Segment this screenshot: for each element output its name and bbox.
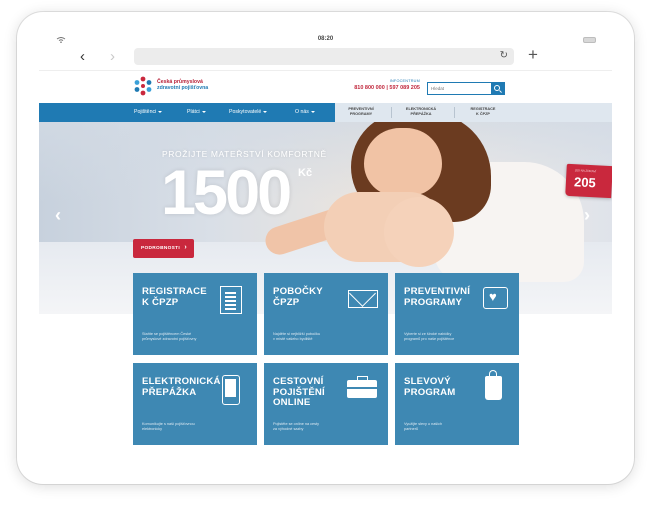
nav-item-label: Poskytovatelé <box>229 109 262 115</box>
secondary-line1: PREVENTIVNÍ <box>348 107 374 111</box>
tile-elektronicka[interactable]: ELEKTRONICKÁ PŘEPÁŽKA Komunikujte s naší … <box>133 363 257 445</box>
site-header: Česká průmyslová zdravotní pojišťovna IN… <box>39 70 612 103</box>
document-icon <box>220 286 242 314</box>
chevron-down-icon <box>310 111 315 113</box>
infocentrum: INFOCENTRUM 810 800 000 | 597 089 205 <box>344 79 420 91</box>
promo-ribbon[interactable]: 205 NA ZDRAVÍ 205 <box>565 163 612 199</box>
back-icon[interactable]: ‹ <box>80 49 85 64</box>
status-bar: 08:20 <box>39 34 612 46</box>
tile-title: PREVENTIVNÍ PROGRAMY <box>404 286 471 308</box>
details-button-label: PODROBNOSTI <box>141 246 181 251</box>
chevron-right-icon: › <box>184 244 187 251</box>
logo-icon[interactable] <box>132 75 154 97</box>
info-phone[interactable]: 810 800 000 | 597 089 205 <box>344 85 420 91</box>
chevron-down-icon <box>201 111 206 113</box>
search-button[interactable] <box>491 83 504 94</box>
ribbon-label: 205 NA ZDRAVÍ <box>574 168 597 174</box>
address-bar[interactable]: ↻ <box>134 48 514 65</box>
divider <box>454 107 455 118</box>
hero-baby-head <box>384 197 454 267</box>
forward-icon[interactable]: › <box>110 49 115 64</box>
secondary-nav-elektronicka[interactable]: ELEKTRONICKÁ PŘEPÁŽKA <box>395 107 447 117</box>
secondary-line1: ELEKTRONICKÁ <box>405 107 437 111</box>
tile-slevovy[interactable]: SLEVOVÝ PROGRAM Využijte slevy u našich pa… <box>395 363 519 445</box>
details-button[interactable]: PODROBNOSTI › <box>133 239 194 258</box>
tile-pobocky[interactable]: POBOČKY ČPZP Najděte si nejbližší pobočku… <box>264 273 388 355</box>
tile-title: POBOČKY ČPZP <box>273 286 323 308</box>
tile-description: Staňte se pojištěncem České průmyslové zd… <box>142 332 197 342</box>
secondary-line1: REGISTRACE <box>470 107 496 111</box>
secondary-line2: PŘEPÁŽKA <box>410 112 432 116</box>
search-input[interactable] <box>428 83 492 94</box>
secondary-line2: K ČPZP <box>476 112 490 116</box>
phone-icon <box>222 375 240 405</box>
tile-description: Pojistěte se online na cesty za výhodné s… <box>273 422 320 432</box>
info-label: INFOCENTRUM <box>389 79 420 83</box>
nav-item-pojistenci[interactable]: Pojištěnci <box>134 109 163 115</box>
chevron-down-icon <box>158 111 163 113</box>
tile-title: ELEKTRONICKÁ PŘEPÁŽKA <box>142 376 221 398</box>
tile-title: REGISTRACE K ČPZP <box>142 286 207 308</box>
screen: 08:20 ‹ › ↻ + Česká průmyslová zdravotní… <box>39 34 612 460</box>
browser-toolbar: ‹ › ↻ + <box>39 46 612 70</box>
nav-item-platci[interactable]: Plátci <box>187 109 206 115</box>
nav-item-poskytovatele[interactable]: Poskytovatelé <box>229 109 268 115</box>
slider-prev-icon[interactable]: ‹ <box>55 206 61 224</box>
secondary-line2: PROGRAMY <box>349 112 373 116</box>
reload-icon[interactable]: ↻ <box>500 50 508 61</box>
hero-currency: Kč <box>298 167 313 179</box>
hero-amount: 1500 <box>161 158 292 228</box>
tile-title: CESTOVNÍ POJIŠTĚNÍ ONLINE <box>273 376 325 408</box>
tile-description: Využijte slevy u našich partnerů <box>404 422 443 432</box>
slider-next-icon[interactable]: › <box>584 206 590 224</box>
secondary-nav: PREVENTIVNÍ PROGRAMY ELEKTRONICKÁ PŘEPÁŽKA… <box>335 103 612 122</box>
logo-line2: zdravotní pojišťovna <box>157 85 209 91</box>
battery-icon <box>583 37 596 43</box>
tile-description: Najděte si nejbližší pobočku v místě vaše… <box>273 332 321 342</box>
nav-item-label: O nás <box>295 109 309 115</box>
ribbon-number: 205 <box>573 174 597 191</box>
logo-text[interactable]: Česká průmyslová zdravotní pojišťovna <box>157 79 208 91</box>
status-time: 08:20 <box>317 36 334 42</box>
nav-item-o-nas[interactable]: O nás <box>295 109 315 115</box>
tile-description: Komunikujte s naší pojišťovnou elektronic… <box>142 422 195 432</box>
chevron-down-icon <box>263 111 268 113</box>
new-tab-icon[interactable]: + <box>528 46 538 63</box>
mail-icon <box>348 290 378 308</box>
briefcase-icon <box>347 376 377 398</box>
nav-item-label: Pojištěnci <box>134 109 157 115</box>
search-icon <box>494 85 500 91</box>
nav-item-label: Plátci <box>187 109 200 115</box>
hero-mother-face <box>364 128 442 196</box>
shopping-bag-icon <box>485 370 502 400</box>
divider <box>391 107 392 118</box>
tile-title: SLEVOVÝ PROGRAM <box>404 376 456 398</box>
tile-preventivni[interactable]: PREVENTIVNÍPROGRAMY Vyberte si ze široké… <box>395 273 519 355</box>
heart-icon <box>483 287 508 309</box>
tile-description: Vyberte si ze široké nabídky programů pro… <box>404 332 455 342</box>
tile-registrace[interactable]: REGISTRACE K ČPZP Staňte se pojištěncem Č… <box>133 273 257 355</box>
secondary-nav-registrace[interactable]: REGISTRACE K ČPZP <box>457 107 509 117</box>
tile-cestovni[interactable]: CESTOVNÍ POJIŠTĚNÍ ONLINE Pojistěte se onl… <box>264 363 388 445</box>
search-box <box>427 82 505 95</box>
secondary-nav-preventivni[interactable]: PREVENTIVNÍ PROGRAMY <box>335 107 387 117</box>
